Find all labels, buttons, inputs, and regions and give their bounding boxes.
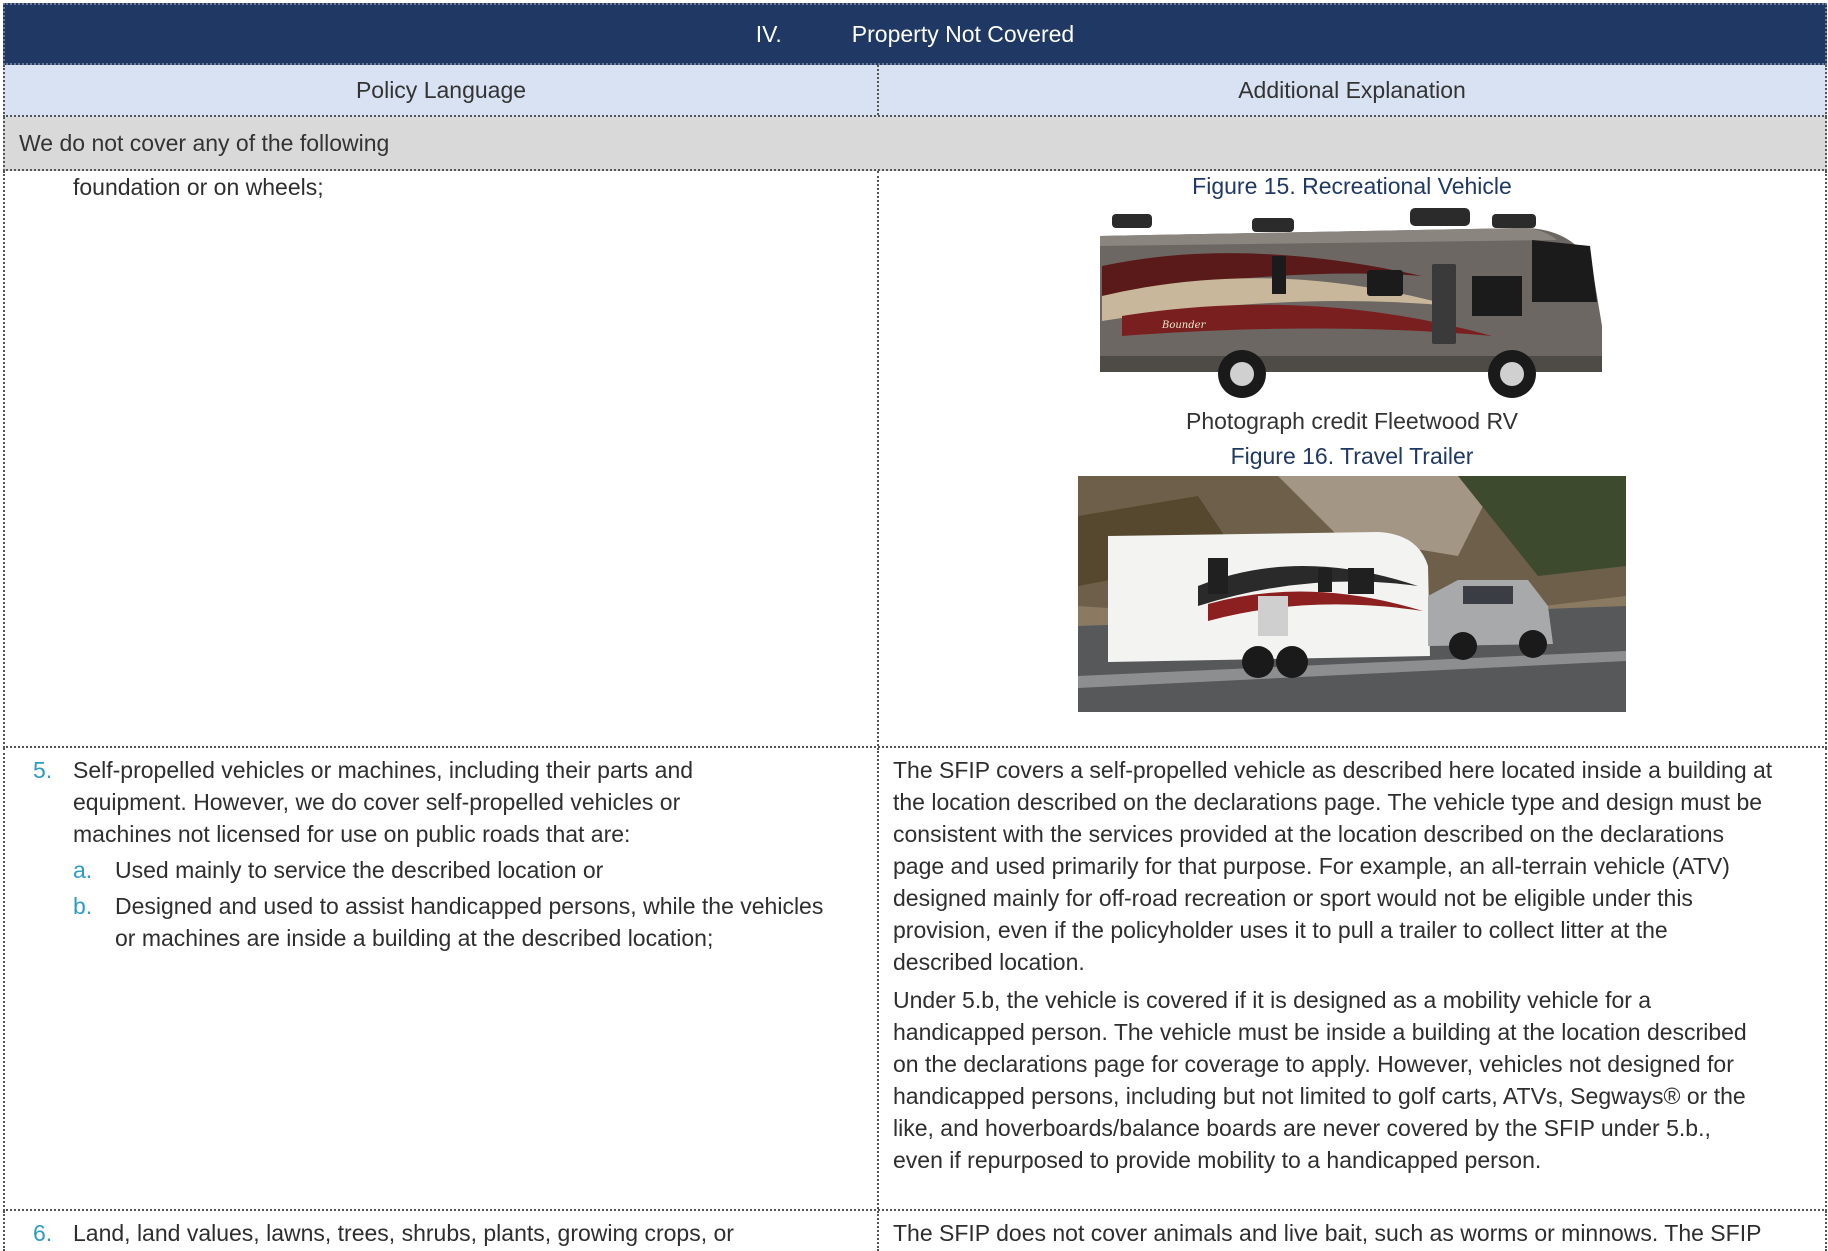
table-row: foundation or on wheels; Figure 15. Recr… xyxy=(3,171,1827,748)
explanation-line: the location described on the declaratio… xyxy=(893,789,1763,815)
explanation-line: handicapped persons, including but not l… xyxy=(893,1083,1746,1109)
explanation-line: Under 5.b, the vehicle is covered if it … xyxy=(893,987,1652,1013)
explanation-line: handicapped person. The vehicle must be … xyxy=(893,1019,1747,1045)
policy-line: Self-propelled vehicles or machines, inc… xyxy=(73,757,694,783)
policy-line: equipment. However, we do cover self-pro… xyxy=(73,789,681,815)
column-header-policy-language: Policy Language xyxy=(5,65,879,115)
sub-item-marker: b. xyxy=(73,893,93,919)
item-marker: 5. xyxy=(33,757,53,783)
explanation-paragraph: Under 5.b, the vehicle is covered if it … xyxy=(893,984,1811,1176)
explanation-line: even if repurposed to provide mobility t… xyxy=(893,1147,1542,1173)
policy-text: foundation or on wheels; xyxy=(73,174,324,200)
explanation-line: page and used primarily for that purpose… xyxy=(893,853,1730,879)
intro-row: We do not cover any of the following xyxy=(3,117,1827,171)
section-header: IV. Property Not Covered xyxy=(3,3,1827,65)
item-marker: 6. xyxy=(33,1220,53,1246)
explanation-cell: The SFIP does not cover animals and live… xyxy=(879,1211,1825,1251)
table-row: 6. Land, land values, lawns, trees, shru… xyxy=(3,1211,1827,1251)
recreational-vehicle-photo: Bounder xyxy=(1092,206,1612,402)
list-item: a. Used mainly to service the described … xyxy=(19,854,877,886)
rv-brand-text: Bounder xyxy=(1161,320,1207,331)
policy-cell: foundation or on wheels; xyxy=(5,171,879,746)
explanation-paragraph: The SFIP covers a self-propelled vehicle… xyxy=(893,754,1811,978)
column-header-additional-explanation: Additional Explanation xyxy=(1238,76,1466,103)
explanation-line: The SFIP does not cover animals and live… xyxy=(893,1220,1762,1246)
explanation-line: described location. xyxy=(893,949,1085,975)
explanation-line: designed mainly for off-road recreation … xyxy=(893,885,1693,911)
figure-15-caption: Figure 15. Recreational Vehicle xyxy=(1192,173,1512,199)
table-row: 5. Self-propelled vehicles or machines, … xyxy=(3,748,1827,1211)
figure-15-credit: Photograph credit Fleetwood RV xyxy=(1186,408,1518,434)
explanation-cell: The SFIP covers a self-propelled vehicle… xyxy=(879,748,1825,1209)
policy-line: machines not licensed for use on public … xyxy=(73,821,631,847)
policy-cell: 6. Land, land values, lawns, trees, shru… xyxy=(5,1211,879,1251)
list-item: 5. Self-propelled vehicles or machines, … xyxy=(19,754,877,850)
section-number: IV. xyxy=(755,20,782,47)
policy-cell: 5. Self-propelled vehicles or machines, … xyxy=(5,748,879,1209)
explanation-line: like, and hoverboards/balance boards are… xyxy=(893,1115,1711,1141)
section-title: Property Not Covered xyxy=(851,20,1075,47)
figure-16-caption: Figure 16. Travel Trailer xyxy=(1230,443,1474,469)
explanation-line: on the declarations page for coverage to… xyxy=(893,1051,1734,1077)
column-headers: Policy Language Additional Explanation xyxy=(3,65,1827,117)
policy-line: Designed and used to assist handicapped … xyxy=(115,893,824,919)
explanation-line: consistent with the services provided at… xyxy=(893,821,1725,847)
document-page: IV. Property Not Covered Policy Language… xyxy=(0,0,1828,1251)
explanation-line: The SFIP covers a self-propelled vehicle… xyxy=(893,757,1773,783)
explanation-cell: Figure 15. Recreational Vehicle Bounder … xyxy=(879,171,1825,746)
policy-line: Land, land values, lawns, trees, shrubs,… xyxy=(73,1220,734,1246)
explanation-line: provision, even if the policyholder uses… xyxy=(893,917,1668,943)
policy-line: or machines are inside a building at the… xyxy=(115,925,714,951)
policy-line: Used mainly to service the described loc… xyxy=(115,857,604,883)
list-item: 6. Land, land values, lawns, trees, shru… xyxy=(19,1217,877,1249)
sub-item-marker: a. xyxy=(73,857,93,883)
list-item: b. Designed and used to assist handicapp… xyxy=(19,890,877,954)
travel-trailer-photo xyxy=(1078,476,1626,712)
